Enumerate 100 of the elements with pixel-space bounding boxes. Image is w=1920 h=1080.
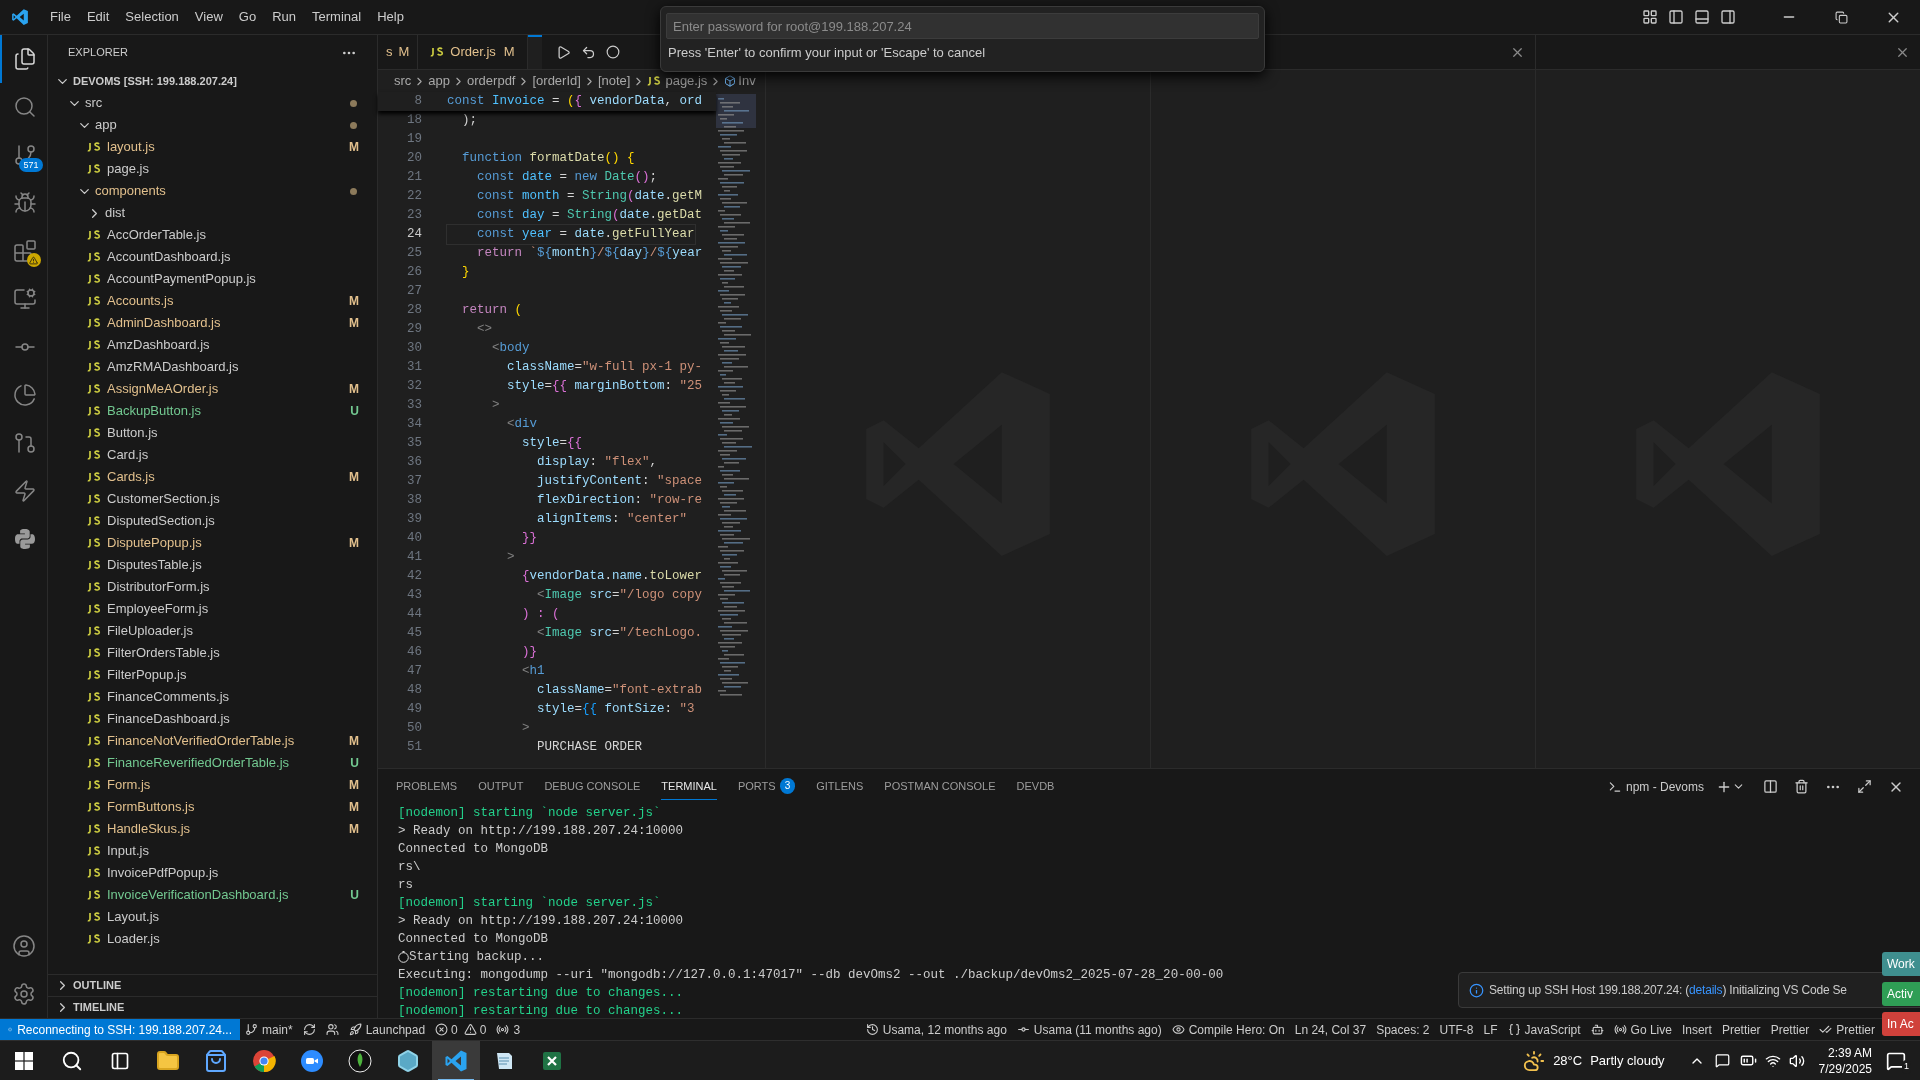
file-name[interactable]: FilterOrdersTable.js [107, 643, 220, 663]
file-name[interactable]: DisputePopup.js [107, 533, 202, 553]
file-name[interactable]: AccountPaymentPopup.js [107, 269, 256, 289]
customize-layout-icon[interactable] [1642, 9, 1658, 25]
terminal-name[interactable]: npm - Devoms [1625, 777, 1704, 796]
panel-tab[interactable]: OUTPUT [478, 773, 524, 800]
file-name[interactable]: DisputedSection.js [107, 511, 215, 531]
file-name[interactable]: Card.js [107, 445, 149, 465]
toggle-sidebar-icon[interactable] [1668, 9, 1684, 25]
menu-item[interactable]: Run [264, 7, 304, 27]
file-name[interactable]: DisputesTable.js [107, 555, 202, 575]
file-name[interactable]: EmployeeForm.js [107, 599, 209, 619]
breadcrumb-item[interactable]: orderpdf [467, 71, 516, 91]
volume-icon[interactable] [1788, 1052, 1805, 1069]
status-item[interactable]: UTF-8 [1434, 1020, 1479, 1039]
maximize-icon[interactable] [1857, 779, 1872, 794]
details-link[interactable]: details [1689, 983, 1723, 997]
file-name[interactable]: FinanceReverifiedOrderTable.js [107, 753, 290, 773]
panel-tab[interactable]: TERMINAL [661, 773, 717, 800]
split-terminal-icon[interactable] [1763, 779, 1778, 794]
menu-item[interactable]: Edit [78, 7, 118, 27]
file-name[interactable]: FinanceComments.js [107, 687, 230, 707]
remote-status-button[interactable]: Reconnecting to SSH: 199.188.207.24... [0, 1019, 240, 1040]
breadcrumb-item[interactable]: app [428, 71, 451, 91]
clock-time[interactable]: 2:39 AM [1827, 1044, 1872, 1061]
panel-tab[interactable]: DEBUG CONSOLE [544, 773, 641, 800]
settings-icon[interactable] [11, 982, 36, 1006]
file-name[interactable]: AccountDashboard.js [107, 247, 231, 267]
file-name[interactable]: InvoicePdfPopup.js [107, 863, 219, 883]
weather-icon[interactable] [1523, 1049, 1546, 1072]
menu-item[interactable]: Go [230, 7, 265, 27]
editor-tab[interactable]: s M [378, 35, 419, 69]
file-name[interactable]: Accounts.js [107, 291, 174, 311]
file-name[interactable]: AssignMeAOrder.js [107, 379, 219, 399]
panel-tab[interactable]: GITLENS [816, 773, 864, 800]
status-item[interactable]: Prettier [1814, 1020, 1880, 1039]
breadcrumb-item[interactable]: Inv [738, 71, 756, 91]
file-name[interactable]: FileUploader.js [107, 621, 193, 641]
temperature[interactable]: 28°C [1553, 1050, 1583, 1071]
status-item[interactable]: Prettier [1765, 1020, 1815, 1039]
file-name[interactable]: AdminDashboard.js [107, 313, 221, 333]
breadcrumb-item[interactable]: page.js [665, 71, 708, 91]
menu-item[interactable]: Selection [117, 7, 187, 27]
account-icon[interactable] [11, 934, 36, 958]
tray-app-icon[interactable] [1714, 1053, 1730, 1068]
file-name[interactable]: FinanceNotVerifiedOrderTable.js [107, 731, 295, 751]
toggle-secondary-sidebar-icon[interactable] [1720, 9, 1736, 25]
side-tab-button[interactable]: Work [1882, 952, 1920, 976]
clock-date[interactable]: 7/29/2025 [1818, 1060, 1872, 1077]
breadcrumb-item[interactable]: src [394, 71, 412, 91]
status-item[interactable]: Ln 24, Col 37 [1289, 1020, 1372, 1039]
circle-icon[interactable] [605, 45, 620, 59]
panel-tab[interactable]: PORTS 3 [737, 773, 796, 800]
status-item[interactable]: Prettier [1716, 1020, 1766, 1039]
file-name[interactable]: InvoiceVerificationDashboard.js [107, 885, 289, 905]
trash-icon[interactable] [1794, 779, 1809, 794]
status-item[interactable]: Usama, 12 months ago [860, 1020, 1012, 1039]
file-name[interactable]: HandleSkus.js [107, 819, 191, 839]
file-name[interactable]: BackupButton.js [107, 401, 201, 421]
folder-name[interactable]: dist [105, 203, 126, 223]
status-item[interactable]: Usama (11 months ago) [1011, 1020, 1167, 1039]
file-name[interactable]: Input.js [107, 841, 149, 861]
panel-tab[interactable]: PROBLEMS [396, 773, 458, 800]
status-item[interactable]: Go Live [1608, 1020, 1677, 1039]
restore-icon[interactable] [1835, 10, 1848, 24]
workspace-name[interactable]: DEVOMS [SSH: 199.188.207.24] [73, 72, 237, 90]
source-control-tab[interactable]: 571 [0, 131, 48, 179]
notifications-icon[interactable] [1886, 1050, 1906, 1071]
status-item[interactable]: main* [240, 1020, 298, 1039]
weather-text[interactable]: Partly cloudy [1590, 1050, 1665, 1071]
file-name[interactable]: Form.js [107, 775, 151, 795]
status-item[interactable]: Insert [1676, 1020, 1717, 1039]
editor-tab[interactable]: Order.js M [418, 35, 528, 69]
breadcrumb-item[interactable]: [note] [597, 71, 631, 91]
section-header[interactable]: OUTLINE [73, 977, 122, 994]
menu-item[interactable]: View [186, 7, 231, 27]
file-name[interactable]: FormButtons.js [107, 797, 195, 817]
status-item[interactable]: Launchpad [343, 1020, 431, 1039]
status-item[interactable]: LF [1478, 1020, 1503, 1039]
revert-icon[interactable] [580, 44, 596, 60]
menu-item[interactable]: Terminal [304, 7, 370, 27]
panel-tab[interactable]: DEVDB [1016, 773, 1055, 800]
file-name[interactable]: Loader.js [107, 929, 160, 949]
file-name[interactable]: FilterPopup.js [107, 665, 187, 685]
file-name[interactable]: FinanceDashboard.js [107, 709, 230, 729]
file-name[interactable]: AmzRMADashboard.js [107, 357, 239, 377]
file-name[interactable]: DistributorForm.js [107, 577, 210, 597]
file-name[interactable]: Button.js [107, 423, 158, 443]
section-header[interactable]: TIMELINE [73, 999, 125, 1016]
file-name[interactable]: Cards.js [107, 467, 155, 487]
folder-name[interactable]: components [95, 181, 166, 201]
toggle-panel-icon[interactable] [1694, 9, 1710, 25]
folder-name[interactable]: src [85, 93, 103, 113]
panel-tab[interactable]: POSTMAN CONSOLE [884, 773, 996, 800]
file-name[interactable]: AmzDashboard.js [107, 335, 210, 355]
side-tab-button[interactable]: In Ac [1882, 1012, 1920, 1036]
menu-item[interactable]: File [42, 7, 79, 27]
password-field[interactable]: Enter password for root@199.188.207.24 [666, 13, 1259, 39]
file-name[interactable]: layout.js [107, 137, 155, 157]
file-name[interactable]: CustomerSection.js [107, 489, 220, 509]
